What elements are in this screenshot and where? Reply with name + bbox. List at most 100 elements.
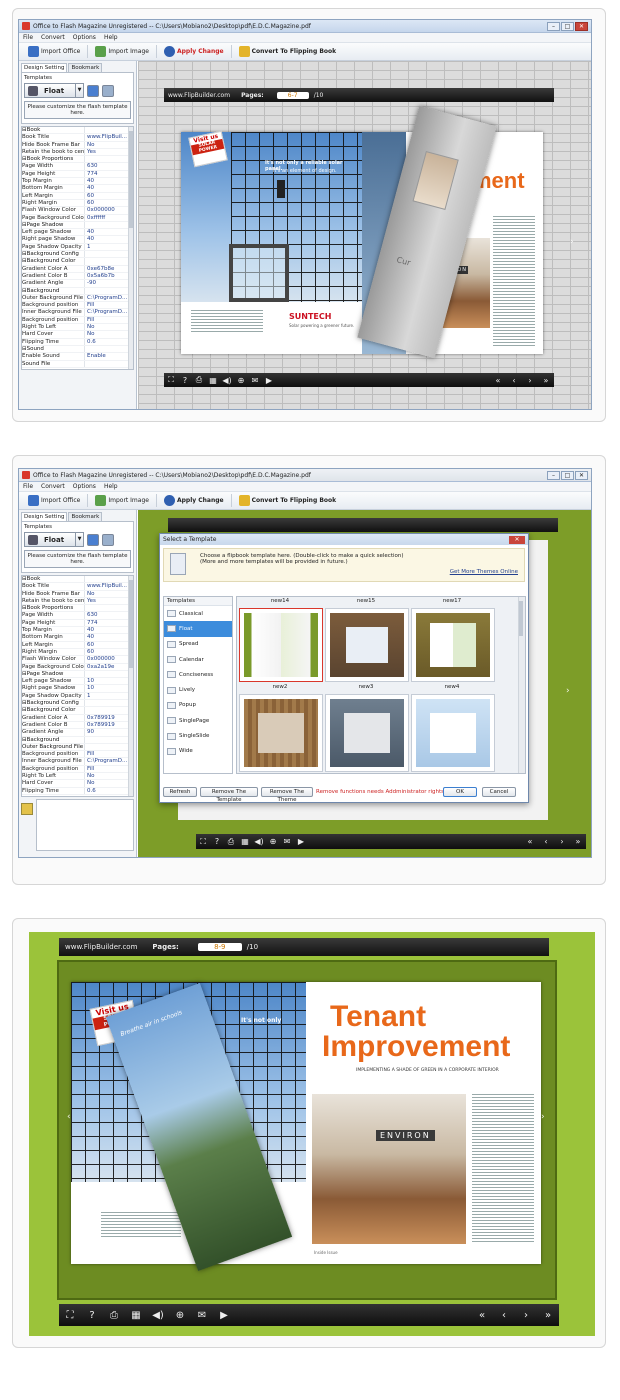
- property-row[interactable]: Page Width 630: [22, 163, 133, 171]
- property-value[interactable]: C:\ProgramD...: [85, 309, 133, 315]
- property-row[interactable]: Page Height 774: [22, 619, 133, 628]
- property-value[interactable]: C:\ProgramD...: [85, 758, 133, 764]
- help-icon[interactable]: ?: [210, 837, 224, 846]
- property-value[interactable]: 40: [85, 634, 133, 640]
- prev-page-arrow[interactable]: ‹: [67, 1112, 71, 1122]
- thumbnails-icon[interactable]: ▦: [125, 1310, 147, 1321]
- property-value[interactable]: 0x789919: [85, 715, 133, 721]
- menu-help[interactable]: Help: [104, 34, 118, 41]
- cancel-button[interactable]: Cancel: [482, 787, 516, 797]
- property-row[interactable]: ⊟Book: [22, 127, 133, 135]
- property-value[interactable]: www.FlipBuil...: [85, 583, 133, 589]
- property-row[interactable]: ⊟Page Shadow: [22, 670, 133, 679]
- property-row[interactable]: Flash Window Color 0x000000: [22, 656, 133, 664]
- property-value[interactable]: 40: [85, 236, 133, 242]
- autoplay-icon[interactable]: ▶: [262, 376, 276, 385]
- page-input[interactable]: 6-7: [276, 91, 309, 99]
- property-value[interactable]: Fill: [85, 302, 133, 308]
- import-image-button[interactable]: Import Image: [92, 45, 152, 58]
- property-value[interactable]: [85, 605, 133, 611]
- close-icon[interactable]: ✕: [509, 535, 525, 544]
- tab-bookmark[interactable]: Bookmark: [68, 63, 103, 72]
- zoom-icon[interactable]: ⊕: [169, 1310, 191, 1321]
- property-row[interactable]: Outer Background File C:\ProgramD...: [22, 294, 133, 303]
- property-value[interactable]: 40: [85, 229, 133, 235]
- next-page-icon[interactable]: ›: [522, 376, 538, 385]
- property-row[interactable]: Enable Sound Enable: [22, 353, 133, 361]
- print-icon[interactable]: ⎙: [103, 1310, 125, 1321]
- apply-change-button[interactable]: Apply Change: [161, 494, 227, 507]
- chevron-down-icon[interactable]: ▼: [75, 533, 83, 546]
- menu-file[interactable]: File: [23, 34, 33, 41]
- property-value[interactable]: [85, 251, 133, 257]
- property-value[interactable]: 630: [85, 612, 133, 618]
- thumbnails-icon[interactable]: ▦: [206, 376, 220, 385]
- property-value[interactable]: [85, 361, 133, 367]
- property-row[interactable]: Bottom Margin 40: [22, 185, 133, 193]
- minimize-icon[interactable]: –: [547, 21, 560, 31]
- property-value[interactable]: 774: [85, 620, 133, 626]
- property-value[interactable]: 90: [85, 729, 133, 735]
- sound-icon[interactable]: ◀): [252, 837, 266, 846]
- sound-icon[interactable]: ◀): [220, 376, 234, 385]
- convert-button[interactable]: Convert To Flipping Book: [236, 494, 340, 507]
- first-page-icon[interactable]: «: [490, 376, 506, 385]
- property-value[interactable]: No: [85, 591, 133, 597]
- property-value[interactable]: 774: [85, 171, 133, 177]
- property-value[interactable]: 0xffffff: [85, 215, 133, 221]
- menu-options[interactable]: Options: [73, 483, 96, 490]
- property-row[interactable]: ⊟Book Proportions: [22, 156, 133, 164]
- property-value[interactable]: Enable: [85, 353, 133, 359]
- property-value[interactable]: Yes: [85, 149, 133, 155]
- refresh-button[interactable]: Refresh: [163, 787, 197, 797]
- property-row[interactable]: Bottom Margin 40: [22, 634, 133, 642]
- remove-template-button[interactable]: Remove The Template: [200, 787, 258, 803]
- property-row[interactable]: ⊟Background Config: [22, 251, 133, 259]
- prev-page-icon[interactable]: ‹: [506, 376, 522, 385]
- property-value[interactable]: 0x789919: [85, 722, 133, 728]
- thumb-row3-1[interactable]: [239, 694, 323, 772]
- last-page-icon[interactable]: »: [538, 376, 554, 385]
- property-row[interactable]: Left Margin 60: [22, 192, 133, 200]
- fullscreen-icon[interactable]: ⛶: [59, 1310, 81, 1321]
- property-row[interactable]: Right page Shadow 10: [22, 685, 133, 693]
- property-value[interactable]: www.FlipBuil...: [85, 134, 133, 140]
- menu-file[interactable]: File: [23, 483, 33, 490]
- property-row[interactable]: Page Background Color 0xa2a19e: [22, 663, 133, 671]
- property-row[interactable]: Left Margin 60: [22, 641, 133, 649]
- remove-theme-button[interactable]: Remove The Theme: [261, 787, 313, 803]
- template-list-item[interactable]: Wide: [164, 744, 232, 759]
- property-value[interactable]: [85, 288, 133, 294]
- fullscreen-icon[interactable]: ⛶: [164, 375, 178, 385]
- property-value[interactable]: [85, 346, 133, 352]
- property-row[interactable]: Left page Shadow 10: [22, 678, 133, 686]
- property-row[interactable]: ⊟Background Color: [22, 707, 133, 715]
- property-row[interactable]: Page Height 774: [22, 170, 133, 179]
- property-value[interactable]: Fill: [85, 751, 133, 757]
- property-row[interactable]: Hard Cover No: [22, 780, 133, 788]
- minimize-icon[interactable]: –: [547, 470, 560, 480]
- property-value[interactable]: No: [85, 331, 133, 337]
- property-row[interactable]: Right To Left No: [22, 773, 133, 781]
- property-value[interactable]: 40: [85, 627, 133, 633]
- autoplay-icon[interactable]: ▶: [213, 1310, 235, 1321]
- property-row[interactable]: Inner Background File C:\ProgramD...: [22, 309, 133, 317]
- site-link[interactable]: www.FlipBuilder.com: [65, 943, 137, 951]
- template-list-item[interactable]: Lively: [164, 682, 232, 697]
- scrollbar[interactable]: [128, 576, 133, 796]
- property-row[interactable]: Gradient Color B 0x789919: [22, 721, 133, 730]
- template-select[interactable]: Float ▼: [24, 532, 84, 547]
- next-page-arrow[interactable]: ›: [566, 686, 570, 696]
- next-page-icon[interactable]: ›: [515, 1310, 537, 1321]
- property-row[interactable]: Page Shadow Opacity 1: [22, 692, 133, 701]
- property-value[interactable]: 1: [85, 693, 133, 699]
- email-icon[interactable]: ✉: [191, 1310, 213, 1321]
- maximize-icon[interactable]: □: [561, 21, 574, 31]
- property-row[interactable]: Gradient Color B 0x5a6b7b: [22, 272, 133, 281]
- sound-icon[interactable]: ◀): [147, 1310, 169, 1321]
- property-row[interactable]: Retain the book to centerYes: [22, 597, 133, 606]
- property-row[interactable]: Right page Shadow 40: [22, 236, 133, 244]
- property-row[interactable]: Book Title www.FlipBuil...: [22, 583, 133, 591]
- menu-options[interactable]: Options: [73, 34, 96, 41]
- thumb-row3-2[interactable]: [325, 694, 409, 772]
